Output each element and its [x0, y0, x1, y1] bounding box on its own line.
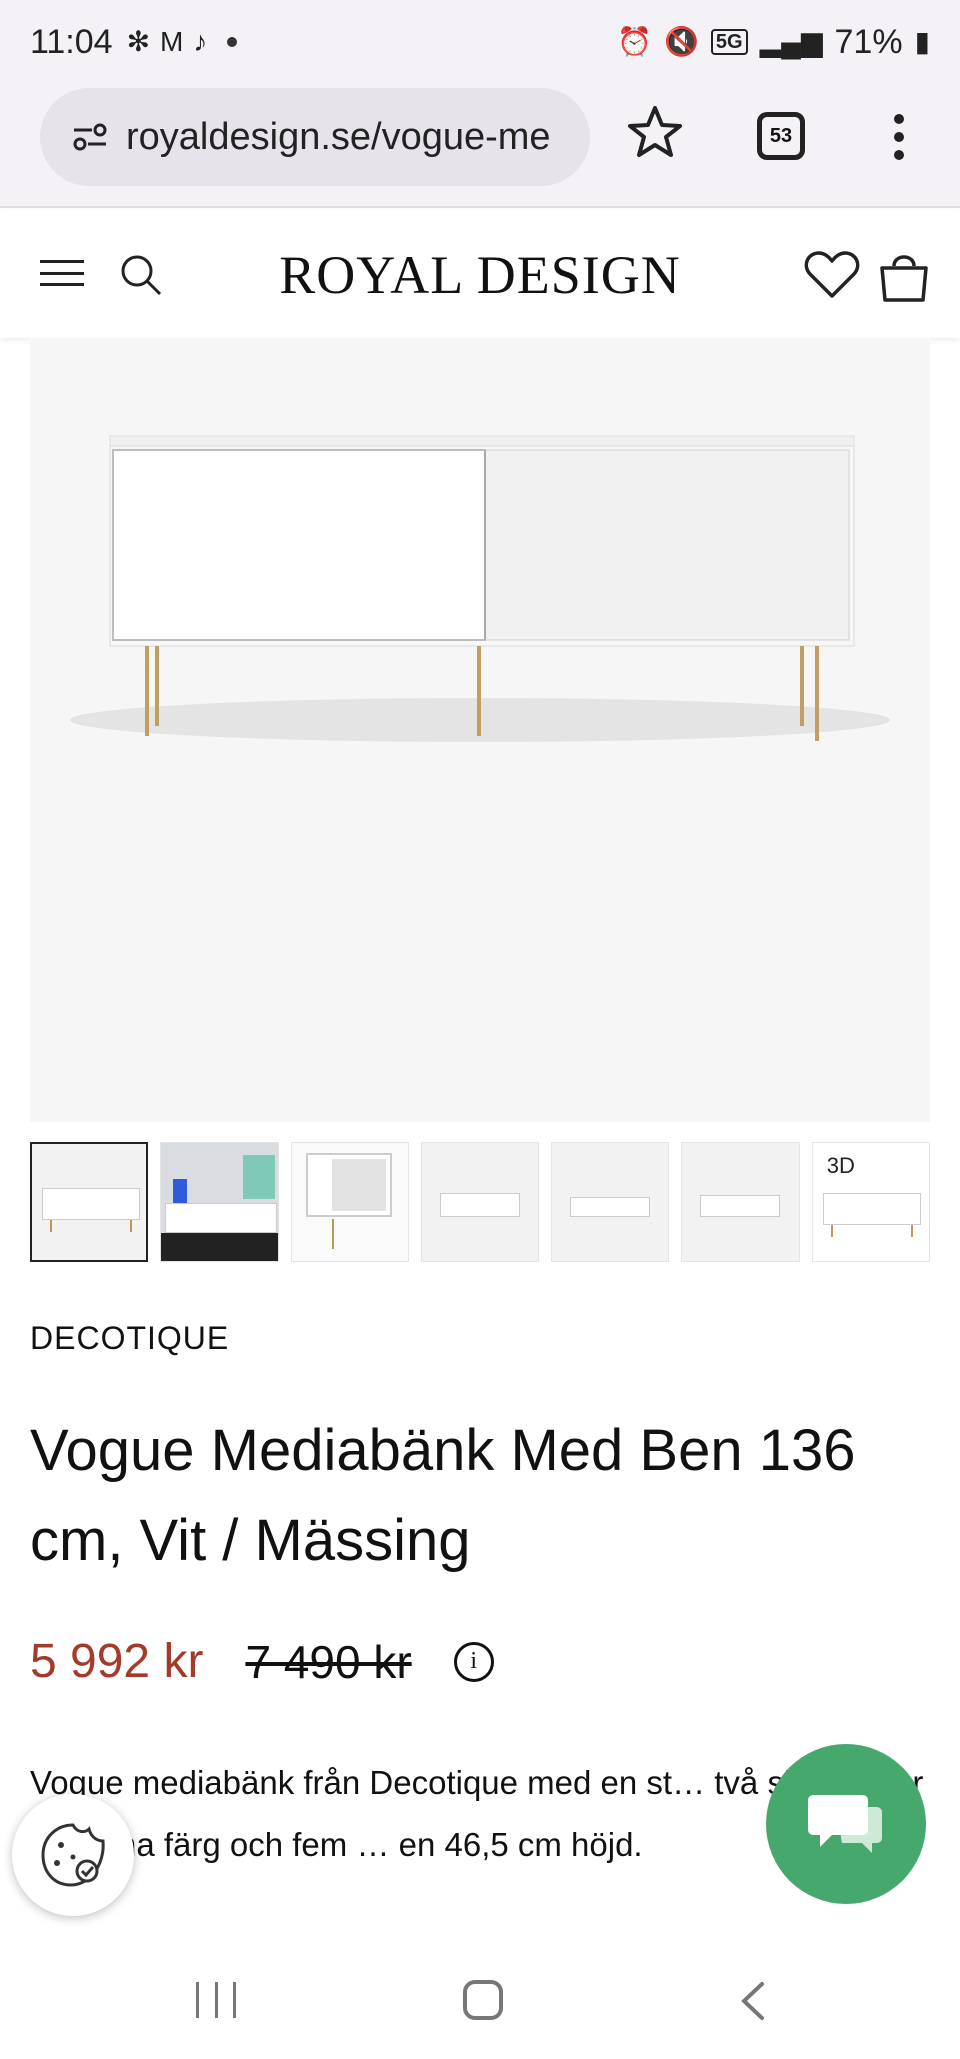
site-header: ROYAL DESIGN [0, 210, 960, 338]
address-bar[interactable]: royaldesign.se/vogue-me [40, 88, 590, 186]
tab-switcher-button[interactable]: 53 [757, 112, 805, 160]
fan-icon: ✻ [126, 26, 151, 57]
thumbnail-1[interactable] [30, 1142, 149, 1262]
original-price: 7 490 kr [245, 1635, 412, 1688]
wishlist-heart-icon[interactable] [804, 250, 860, 300]
network-5g-icon: 5G [710, 29, 748, 55]
price-row: 5 992 kr 7 490 kr i [30, 1634, 494, 1689]
signal-icon: ▂▄▆ [759, 26, 823, 57]
cookie-icon [41, 1823, 105, 1887]
alarm-icon: ⏰ [617, 26, 653, 57]
thumbnail-4[interactable] [420, 1142, 540, 1262]
battery-icon: ▮ [914, 26, 930, 57]
gmail-icon: M [160, 26, 184, 57]
3d-rotate-icon: 3D [826, 1153, 855, 1178]
battery-level: 71% [834, 22, 903, 61]
shopping-bag-icon[interactable] [878, 246, 930, 304]
chat-bubble-icon [808, 1795, 882, 1853]
thumbnail-3d-view[interactable]: 3D [811, 1142, 930, 1262]
price-info-icon[interactable]: i [453, 1641, 494, 1682]
system-navigation-bar [0, 1940, 960, 2059]
cookie-settings-button[interactable] [12, 1794, 134, 1916]
thumbnail-5[interactable] [551, 1142, 670, 1262]
product-brand[interactable]: DECOTIQUE [30, 1320, 229, 1357]
home-icon[interactable] [463, 1980, 503, 2020]
browser-menu-icon[interactable] [892, 114, 906, 160]
bookmark-star-icon[interactable] [625, 102, 685, 162]
url-text[interactable]: royaldesign.se/vogue-me [126, 116, 576, 159]
status-bar: 11:04 ✻ M ♪ ⏰ 🔇 5G ▂▄▆ 71% ▮ [0, 0, 960, 84]
status-time: 11:04 [30, 22, 113, 61]
mute-icon: 🔇 [664, 26, 699, 57]
image-thumbnails: 3D [30, 1142, 930, 1262]
recent-apps-icon[interactable] [196, 1982, 236, 2018]
browser-toolbar: royaldesign.se/vogue-me 53 [0, 84, 960, 208]
product-main-image[interactable] [30, 338, 930, 1122]
more-notifications-icon [227, 37, 238, 47]
chat-button[interactable] [766, 1744, 926, 1904]
notification-icons: ✻ M ♪ [127, 28, 238, 56]
tiktok-icon: ♪ [193, 26, 208, 57]
thumbnail-3[interactable] [290, 1142, 409, 1262]
product-title: Vogue Mediabänk Med Ben 136 cm, Vit / Mä… [30, 1418, 856, 1573]
system-icons: ⏰ 🔇 5G ▂▄▆ 71% ▮ [617, 23, 930, 62]
site-settings-icon[interactable] [72, 122, 108, 152]
back-icon[interactable] [738, 1980, 768, 2022]
sale-price: 5 992 kr [30, 1635, 204, 1688]
thumbnail-6[interactable] [681, 1142, 800, 1262]
media-bench-illustration [70, 435, 890, 742]
thumbnail-2[interactable] [160, 1142, 279, 1262]
